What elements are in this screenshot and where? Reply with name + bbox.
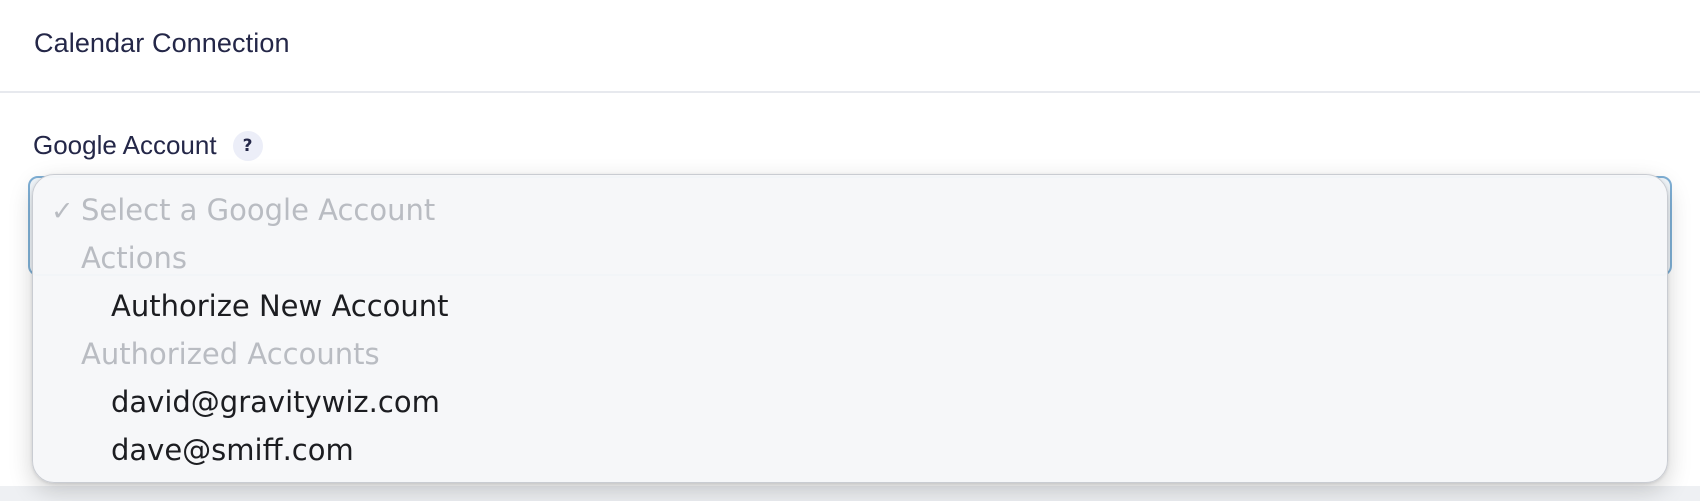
panel-header: Calendar Connection <box>0 0 1700 93</box>
google-account-label-row: Google Account ? <box>33 130 263 161</box>
panel-title: Calendar Connection <box>34 28 290 58</box>
google-account-label: Google Account <box>33 130 217 160</box>
background-strip <box>0 486 1700 501</box>
option-account-dave-smiff[interactable]: dave@smiff.com <box>111 433 354 467</box>
google-account-dropdown-menu[interactable]: ✓ Select a Google Account Actions Author… <box>32 174 1668 483</box>
calendar-connection-panel: Calendar Connection Google Account ? ✓ S… <box>0 0 1700 501</box>
checkmark-icon: ✓ <box>51 196 74 226</box>
optgroup-actions-label: Actions <box>81 241 187 275</box>
option-authorize-new-account[interactable]: Authorize New Account <box>111 289 449 323</box>
optgroup-authorized-accounts-label: Authorized Accounts <box>81 337 380 371</box>
option-select-placeholder[interactable]: Select a Google Account <box>81 193 435 227</box>
option-account-david-gravitywiz[interactable]: david@gravitywiz.com <box>111 385 440 419</box>
help-icon[interactable]: ? <box>232 130 263 161</box>
